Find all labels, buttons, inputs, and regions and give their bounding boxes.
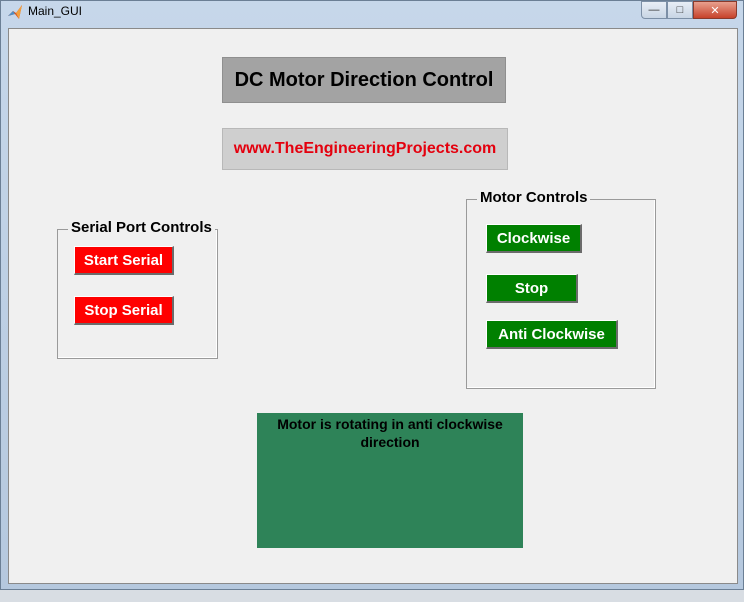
clockwise-button[interactable]: Clockwise <box>486 224 582 253</box>
website-link: www.TheEngineeringProjects.com <box>222 128 508 170</box>
maximize-icon: □ <box>676 4 684 16</box>
figure-area: DC Motor Direction Control www.TheEngine… <box>8 28 738 584</box>
stop-serial-button[interactable]: Stop Serial <box>74 296 174 325</box>
stop-motor-button[interactable]: Stop <box>486 274 578 303</box>
close-button[interactable]: ✕ <box>693 1 737 19</box>
anti-clockwise-button[interactable]: Anti Clockwise <box>486 320 618 349</box>
matlab-icon <box>8 5 22 19</box>
start-serial-button[interactable]: Start Serial <box>74 246 174 275</box>
motor-controls-panel: Motor Controls Clockwise Stop Anti Clock… <box>466 189 656 389</box>
serial-panel-title: Serial Port Controls <box>68 219 215 236</box>
motor-panel-title: Motor Controls <box>477 189 591 206</box>
close-icon: ✕ <box>710 4 720 17</box>
window-controls: — □ ✕ <box>641 1 737 19</box>
minimize-icon: — <box>648 4 660 16</box>
minimize-button[interactable]: — <box>641 1 667 19</box>
window-title: Main_GUI <box>28 4 83 18</box>
main-window: Main_GUI — □ ✕ DC Motor Direction Contro… <box>0 0 744 590</box>
maximize-button[interactable]: □ <box>667 1 693 19</box>
status-display: Motor is rotating in anti clockwise dire… <box>257 413 523 548</box>
title-bar[interactable]: Main_GUI — □ ✕ <box>1 1 743 23</box>
serial-port-panel: Serial Port Controls Start Serial Stop S… <box>57 219 218 359</box>
page-title: DC Motor Direction Control <box>222 57 506 103</box>
